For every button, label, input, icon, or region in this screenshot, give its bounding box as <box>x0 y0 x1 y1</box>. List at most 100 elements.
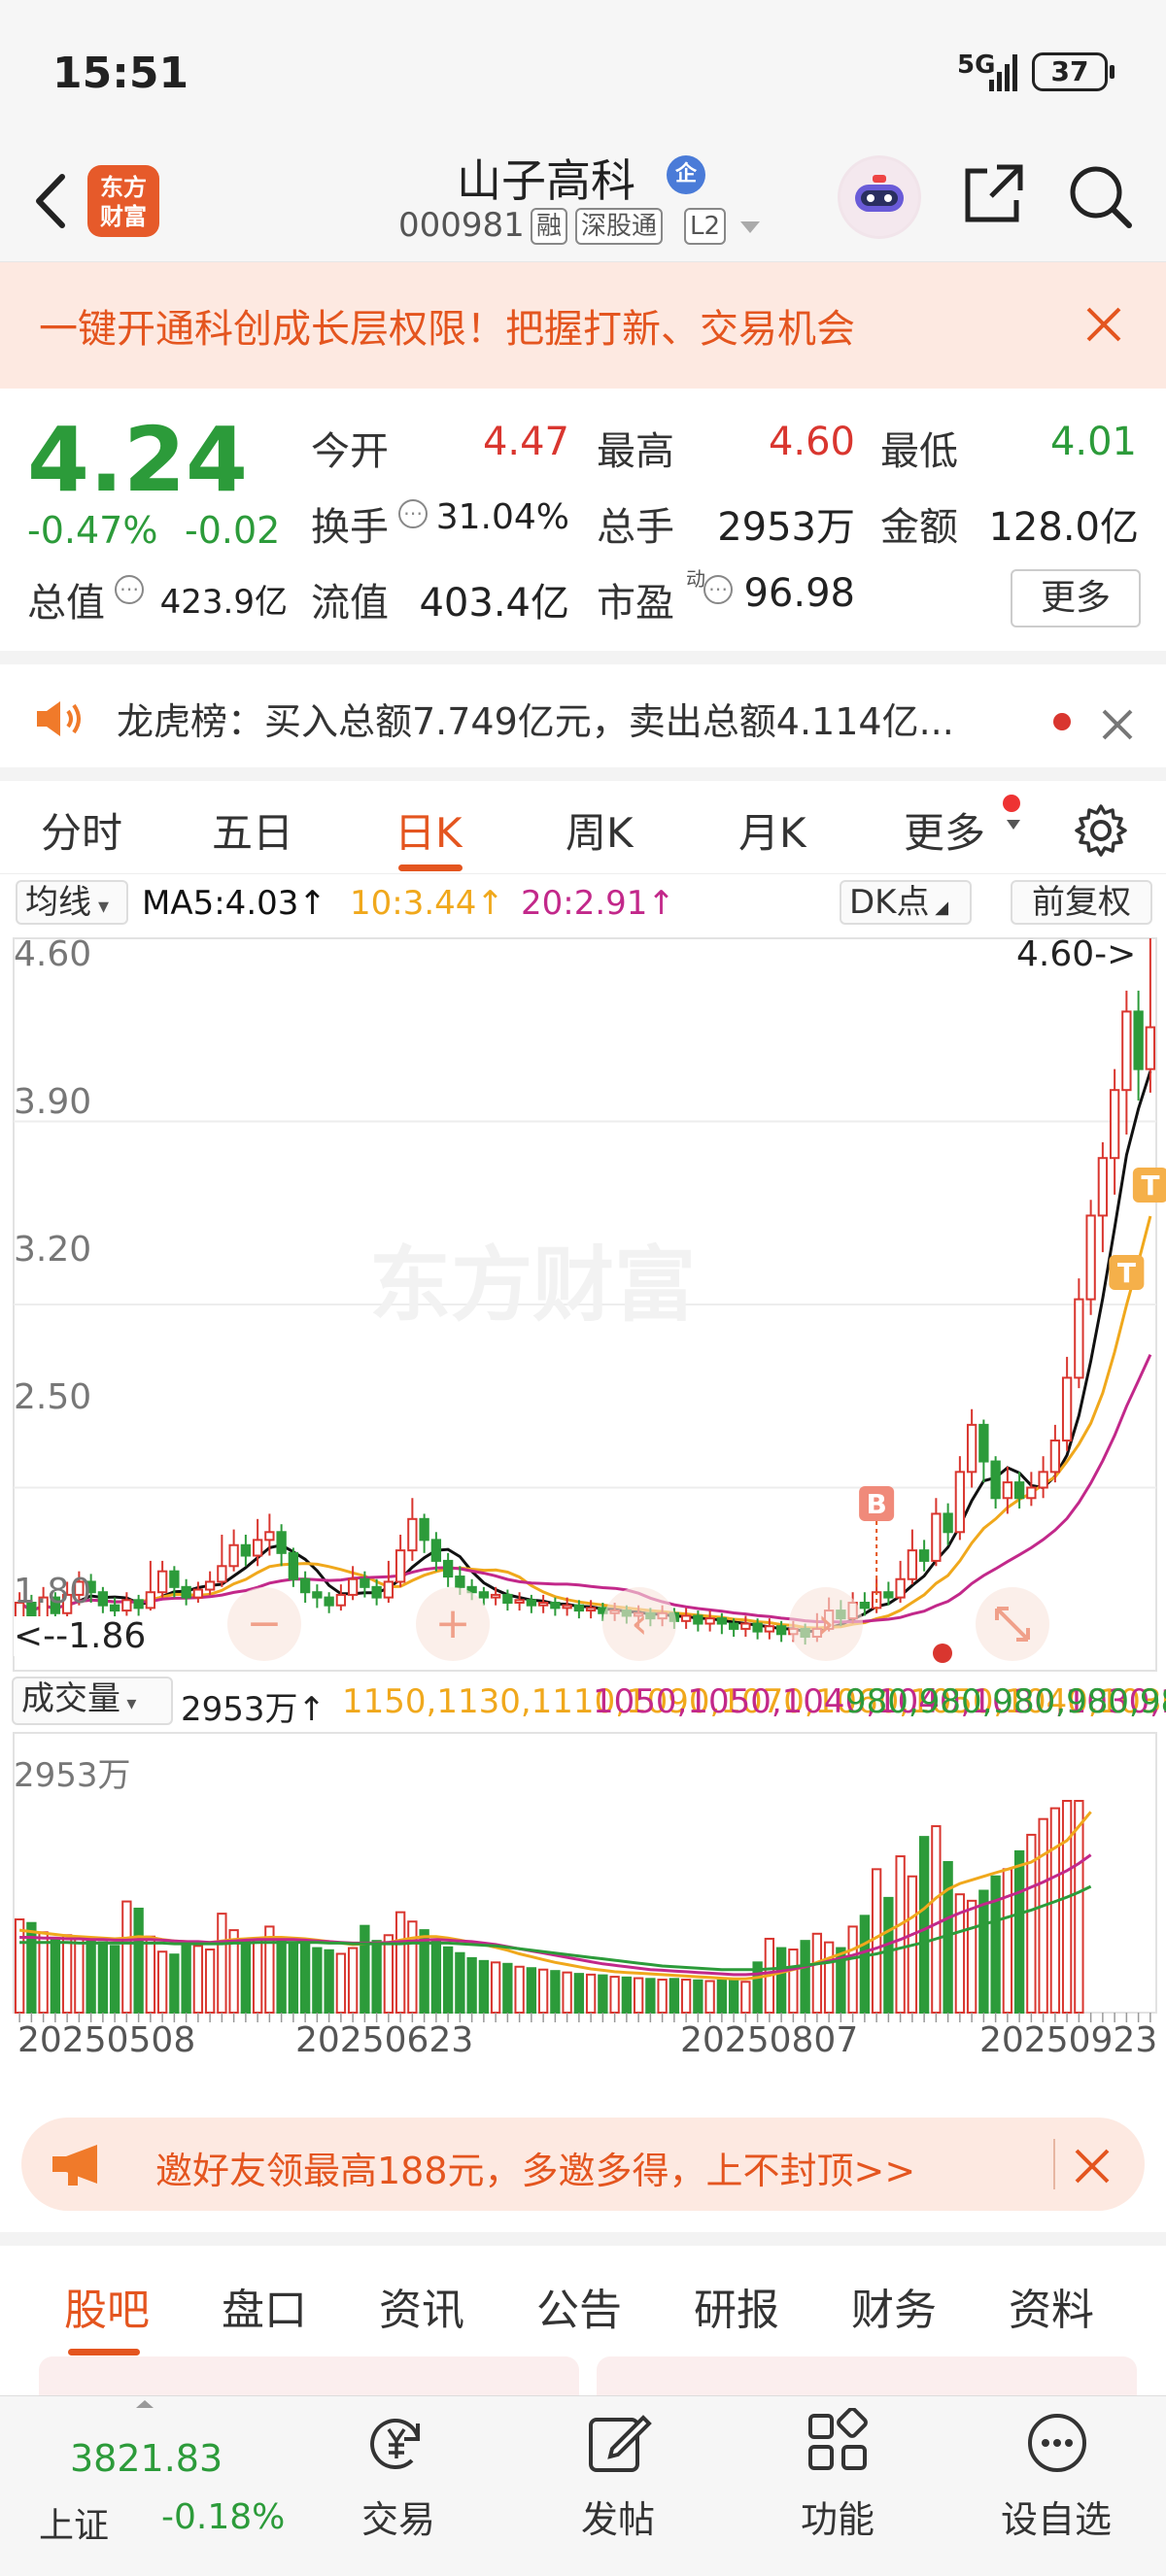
active-tab-indicator <box>68 2349 140 2356</box>
trade-icon[interactable] <box>361 2408 431 2478</box>
candle-body <box>550 1601 561 1610</box>
volume-bar <box>371 1940 382 2014</box>
candle-body <box>371 1585 382 1599</box>
kline-chart[interactable]: 东方财富 − + ‹ › B T T <box>0 934 1166 2100</box>
close-icon[interactable] <box>1082 303 1125 346</box>
more-circle-icon[interactable] <box>1022 2408 1092 2478</box>
volume-bar <box>133 1907 144 2014</box>
volume-bar <box>490 1961 501 2014</box>
close-icon[interactable] <box>1100 707 1135 742</box>
nav-post-label[interactable]: 发帖 <box>581 2490 655 2543</box>
back-icon[interactable] <box>23 167 82 235</box>
more-button[interactable]: 更多 <box>1011 569 1141 627</box>
info-icon[interactable]: ⋯ <box>703 575 733 604</box>
open-value: 4.47 <box>482 420 569 464</box>
tab-more[interactable]: 更多 <box>904 800 985 860</box>
low-label: 最低 <box>880 429 958 474</box>
chevron-up-icon[interactable] <box>134 2398 155 2410</box>
volume-bar <box>823 1941 835 2014</box>
tab-news[interactable]: 资讯 <box>379 2275 464 2337</box>
card-peek <box>39 2356 579 2399</box>
volume-bar <box>990 1875 1001 2014</box>
volume-bar <box>74 1936 85 2014</box>
tab-forum[interactable]: 股吧 <box>64 2275 150 2337</box>
candle-body <box>264 1531 275 1542</box>
volume-bar <box>299 1943 311 2014</box>
post-icon[interactable] <box>583 2408 653 2478</box>
volume-ma2-line <box>19 1853 1092 1977</box>
volume-bar <box>716 1979 728 2014</box>
stock-header: 东方 财富 山子高科 企 000981 融 深股通 L2 <box>0 146 1166 262</box>
info-icon[interactable]: ⋯ <box>398 499 428 528</box>
candle-body <box>394 1549 406 1583</box>
candle-body <box>430 1539 442 1562</box>
tab-daily-k[interactable]: 日K <box>394 800 463 860</box>
share-icon[interactable] <box>960 159 1028 227</box>
last-price: 4.24 <box>27 408 248 512</box>
grid-icon[interactable] <box>803 2408 873 2478</box>
dragon-tiger-bar[interactable]: 龙虎榜：买入总额7.749亿元，卖出总额4.114亿... <box>0 651 1166 767</box>
volume-bar <box>609 1976 620 2014</box>
candle-body <box>97 1591 109 1607</box>
chart-control-icon: ‹ <box>631 1599 648 1648</box>
nav-add-watchlist-label[interactable]: 设自选 <box>1001 2490 1112 2543</box>
y-tick-label: 2.50 <box>14 1377 92 1417</box>
candle-body <box>1026 1486 1037 1500</box>
volume-bar <box>217 1913 227 2015</box>
volume-bar <box>455 1951 465 2014</box>
close-icon[interactable] <box>1073 2147 1112 2186</box>
tab-monthly-k[interactable]: 月K <box>738 800 806 860</box>
volume-selector[interactable]: 成交量 ▾ <box>12 1677 173 1725</box>
ai-assistant-icon[interactable] <box>838 155 921 239</box>
banner-text: 一键开通科创成长层权限！把握打新、交易机会 <box>39 307 855 352</box>
tab-orderbook[interactable]: 盘口 <box>222 2275 307 2337</box>
index-value[interactable]: 3821.83 <box>70 2437 223 2480</box>
candle-body <box>312 1591 323 1599</box>
gear-icon[interactable] <box>1073 802 1129 859</box>
volume-bar <box>466 1956 477 2014</box>
tab-announcements[interactable]: 公告 <box>536 2275 622 2337</box>
float-cap-value: 403.4亿 <box>419 581 569 626</box>
candle-body <box>455 1576 465 1588</box>
volume-bar <box>86 1940 96 2015</box>
y-tick-label: 1.80 <box>14 1572 92 1611</box>
candle-body <box>204 1580 216 1591</box>
candle-body <box>276 1531 287 1554</box>
tab-research[interactable]: 研报 <box>694 2275 779 2337</box>
info-icon[interactable]: ⋯ <box>115 575 144 604</box>
candle-body <box>383 1580 394 1599</box>
tab-weekly-k[interactable]: 周K <box>566 800 634 860</box>
nav-function-label[interactable]: 功能 <box>801 2490 874 2543</box>
promo-banner[interactable]: 一键开通科创成长层权限！把握打新、交易机会 <box>0 262 1166 389</box>
volume-bar <box>514 1965 525 2015</box>
volume-bar <box>50 1939 61 2014</box>
volume-bar <box>276 1937 287 2015</box>
dropdown-icon[interactable] <box>738 220 762 235</box>
take-profit-label: T <box>1141 1169 1159 1202</box>
candle-body <box>156 1570 168 1594</box>
volume-bar <box>859 1915 871 2014</box>
invite-promo-banner[interactable]: 邀好友领最高188元，多邀多得，上不封顶>> <box>21 2118 1145 2211</box>
candle-body <box>931 1512 942 1562</box>
app-logo[interactable]: 东方 财富 <box>87 165 159 237</box>
watermark: 东方财富 <box>369 1237 696 1333</box>
tab-intraday[interactable]: 分时 <box>41 800 122 860</box>
volume-bar <box>169 1953 180 2014</box>
volume-bar <box>335 1952 347 2015</box>
dk-point-button[interactable]: DK点 ◢ <box>840 880 972 925</box>
tab-profile[interactable]: 资料 <box>1009 2275 1094 2337</box>
high-label: 最高 <box>597 429 674 474</box>
volume-bar <box>800 1940 810 2014</box>
ma-selector[interactable]: 均线 ▾ <box>16 880 128 925</box>
nav-trade-label[interactable]: 交易 <box>361 2490 435 2543</box>
search-icon[interactable] <box>1063 159 1137 233</box>
adjust-button[interactable]: 前复权 <box>1011 880 1152 925</box>
volume-bar <box>621 1976 633 2015</box>
tab-five-day[interactable]: 五日 <box>212 800 293 860</box>
volume-bar <box>383 1934 394 2014</box>
candle-body <box>1038 1471 1048 1489</box>
volume-bar <box>156 1950 168 2014</box>
tab-financials[interactable]: 财务 <box>851 2275 937 2337</box>
candle-body <box>943 1512 953 1534</box>
volume-bar <box>442 1946 454 2014</box>
